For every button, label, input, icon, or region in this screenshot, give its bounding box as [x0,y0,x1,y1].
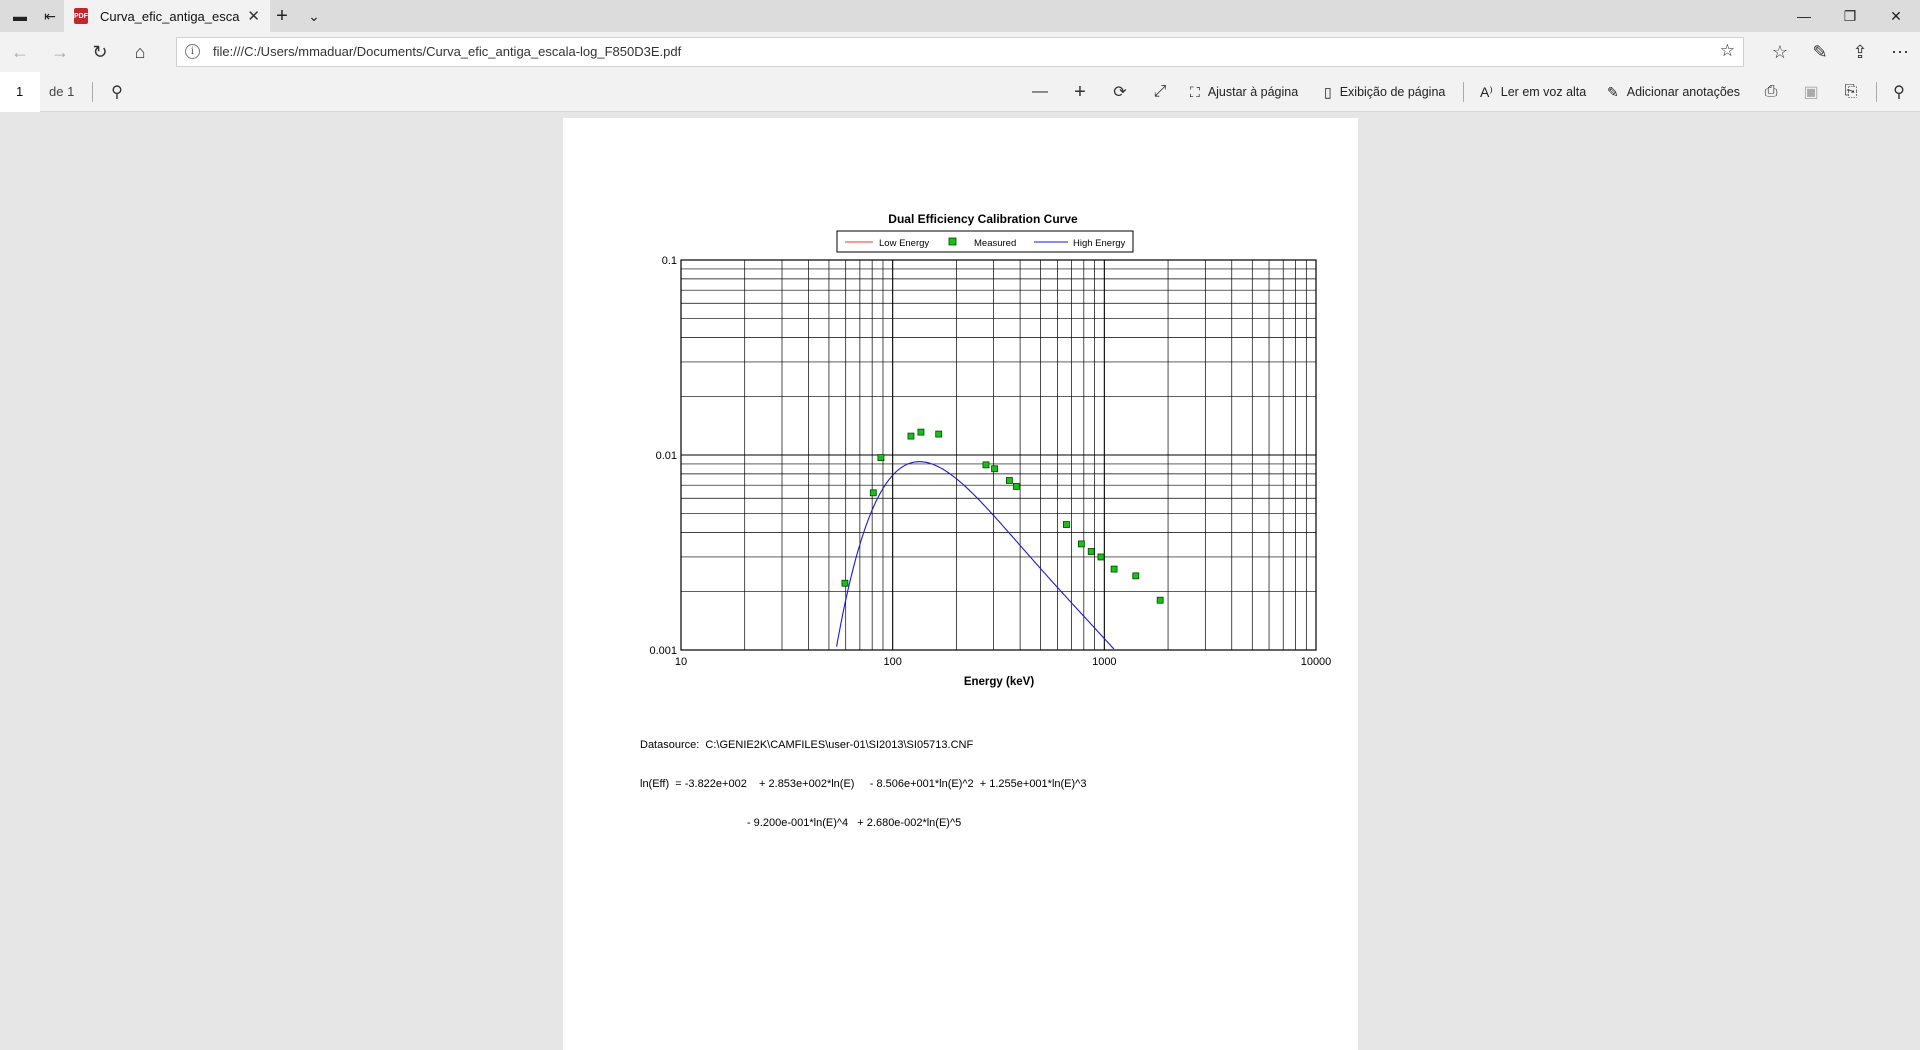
title-bar: ▬ ⇤ PDF Curva_efic_antiga_escal ✕ + ⌄ — … [0,0,1920,32]
add-notes-button[interactable]: ✎ Adicionar anotações [1607,80,1740,104]
pdf-toolbar: 1 de 1 ⚲ — + ⟳ ⤢ ⛶ Ajustar à página ▯ Ex… [0,72,1920,112]
tab-preview-chevron-icon[interactable]: ⌄ [294,0,334,32]
address-bar[interactable]: i file:///C:/Users/mmaduar/Documents/Cur… [176,37,1744,67]
fit-page-icon: ⛶ [1190,83,1200,100]
legend-label-low-energy: Low Energy [879,238,929,249]
read-aloud-icon: A⁾ [1480,83,1493,100]
pen-icon: ✎ [1607,83,1619,100]
back-icon[interactable]: ← [2,36,38,68]
navigation-bar: ← → ↻ ⌂ i file:///C:/Users/mmaduar/Docum… [0,32,1920,72]
window-close-icon[interactable]: ✕ [1873,0,1919,32]
series-line-high-energy [836,461,1115,650]
fullscreen-icon[interactable]: ⤢ [1145,80,1175,104]
y-tick-label: 0.001 [649,645,677,657]
refresh-icon[interactable]: ↻ [82,36,118,68]
page-number-input[interactable]: 1 [0,72,40,112]
url-text: file:///C:/Users/mmaduar/Documents/Curva… [213,44,682,59]
measured-point [1156,596,1164,604]
y-tick-label: 0.1 [662,255,677,267]
page-view-button[interactable]: ▯ Exibição de página [1324,80,1445,104]
y-axis-ticks: 0.1 0.01 0.001 [649,255,677,657]
x-tick-label: 100 [883,656,901,668]
measured-point [869,489,877,497]
measured-point [1005,477,1013,484]
legend-label-measured: Measured [974,238,1016,249]
add-notes-label: Adicionar anotações [1626,85,1741,99]
x-tick-label: 10000 [1301,656,1332,668]
rotate-icon[interactable]: ⟳ [1105,80,1135,104]
measured-point [1012,483,1020,490]
pdf-file-icon: PDF [74,8,88,24]
formula-line-1: ln(Eff) = -3.822e+002 + 2.853e+002*ln(E)… [640,778,1087,790]
x-axis-ticks: 10 100 1000 10000 [675,656,1331,668]
divider [1876,82,1877,102]
info-icon[interactable]: i [185,44,200,59]
x-axis-label: Energy (keV) [964,676,1034,688]
measured-point [991,465,998,473]
read-aloud-button[interactable]: A⁾ Ler em voz alta [1480,80,1586,104]
share-icon[interactable]: ⇪ [1842,36,1878,68]
more-icon[interactable]: ⋯ [1882,36,1918,68]
fit-page-button[interactable]: ⛶ Ajustar à página [1190,80,1298,104]
measured-point [935,430,943,438]
measured-point [1097,553,1105,561]
pen-notes-icon[interactable]: ✎ [1802,36,1838,68]
measured-point [917,428,925,436]
page-view-label: Exibição de página [1339,85,1446,99]
restore-icon[interactable]: ❐ [1827,0,1873,32]
y-tick-label: 0.01 [656,450,677,462]
divider [92,82,93,102]
favorite-star-icon[interactable]: ☆ [1720,41,1735,61]
chart-title: Dual Efficiency Calibration Curve [888,212,1078,226]
minimize-icon[interactable]: — [1781,0,1827,32]
datasource-line: Datasource: C:\GENIE2K\CAMFILES\user-01\… [640,739,974,751]
measured-point [907,432,915,440]
read-aloud-label: Ler em voz alta [1500,85,1587,99]
legend-swatch-measured [948,237,957,246]
zoom-in-icon[interactable]: + [1065,80,1095,104]
tab-active[interactable]: PDF Curva_efic_antiga_escal ✕ [64,0,270,32]
measured-point [982,461,990,469]
save-as-icon[interactable]: ⎘ [1836,80,1866,104]
divider [1463,82,1464,102]
x-tick-label: 10 [675,656,687,668]
home-icon[interactable]: ⌂ [122,36,158,68]
measured-point [877,454,885,461]
favorites-list-icon[interactable]: ☆ [1762,36,1798,68]
save-icon: ▣ [1803,84,1819,101]
close-tab-icon[interactable]: ✕ [247,7,260,25]
datasource-block: Datasource: C:\GENIE2K\CAMFILES\user-01\… [640,713,1086,856]
search-icon[interactable]: ⚲ [102,80,132,104]
legend-label-high-energy: High Energy [1073,238,1126,249]
chart-legend: Low Energy Measured High Energy [836,230,1134,253]
forward-icon[interactable]: → [42,36,78,68]
measured-point [1110,565,1118,573]
measured-point [1087,548,1095,555]
efficiency-chart: Dual Efficiency Calibration Curve Low En… [649,212,1331,688]
formula-line-2: - 9.200e-001*ln(E)^4 + 2.680e-002*ln(E)^… [640,817,962,829]
chart-grid [681,260,1316,650]
pdf-page: Dual Efficiency Calibration Curve Low En… [563,118,1358,1050]
measured-point [1077,540,1085,548]
measured-point [1132,572,1140,580]
tab-title: Curva_efic_antiga_escal [100,8,240,24]
zoom-out-icon[interactable]: — [1025,80,1055,104]
page-view-icon: ▯ [1324,83,1332,100]
print-icon[interactable]: ⎙ [1756,80,1786,104]
measured-point [1063,521,1070,528]
measured-point [841,579,849,587]
page-count: de 1 [49,84,75,99]
x-tick-label: 1000 [1092,656,1116,668]
fit-page-label: Ajustar à página [1207,85,1299,99]
pin-toolbar-icon[interactable]: ⚲ [1884,80,1914,104]
